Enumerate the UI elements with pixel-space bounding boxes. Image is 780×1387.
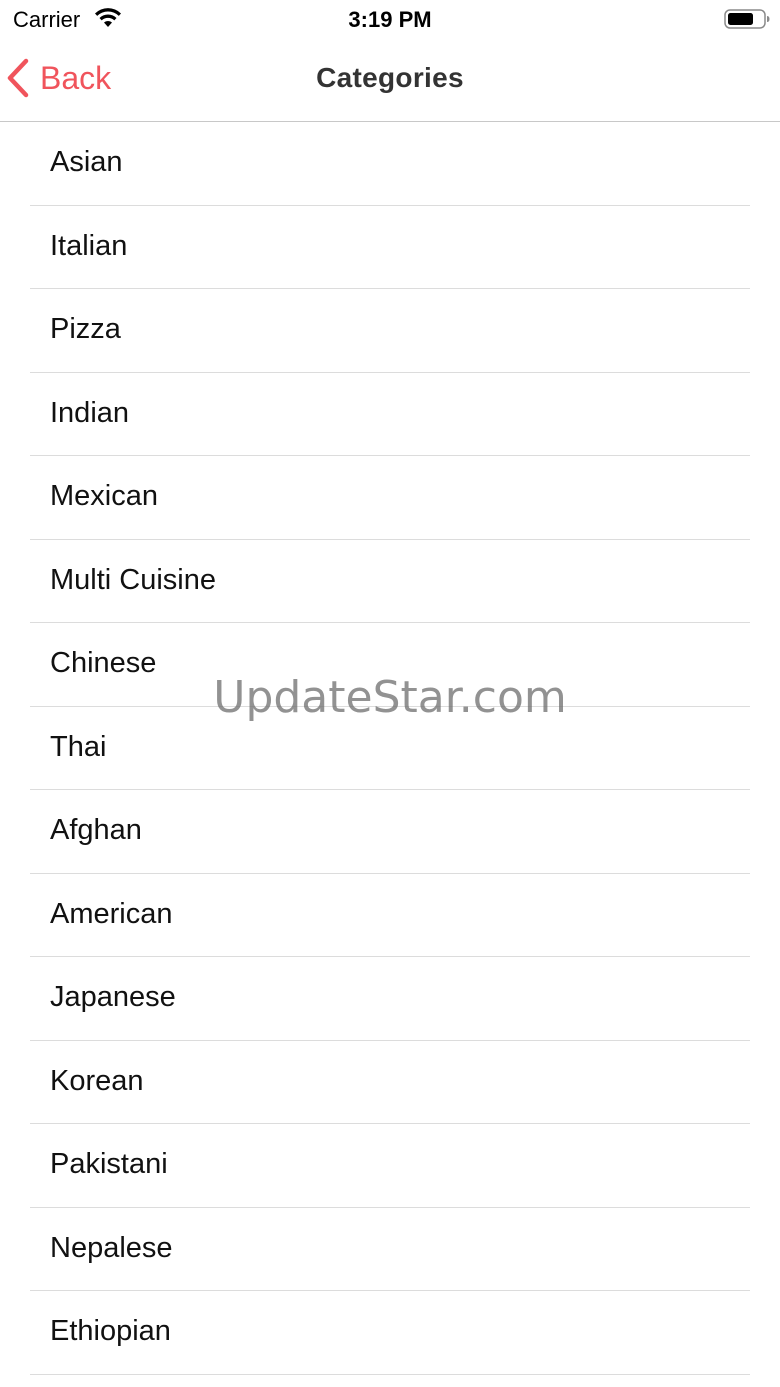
list-item[interactable]: Nepalese <box>0 1208 780 1292</box>
status-bar: Carrier 3:19 PM <box>0 0 780 40</box>
list-item[interactable]: Japanese <box>0 957 780 1041</box>
list-item-label: Multi Cuisine <box>50 563 216 596</box>
list-item-label: Japanese <box>50 981 176 1013</box>
list-item[interactable]: Ethiopian <box>0 1291 780 1375</box>
page-title: Categories <box>316 62 464 93</box>
list-item-label: Afghan <box>50 814 142 846</box>
list-item[interactable]: Asian <box>0 122 780 206</box>
list-item-label: Thai <box>50 730 107 763</box>
list-item-label: Indian <box>50 396 130 429</box>
list-item[interactable]: American <box>0 874 780 958</box>
list-item[interactable]: Indian <box>0 373 780 457</box>
status-time: 3:19 PM <box>348 7 432 32</box>
list-item[interactable]: Afghan <box>0 790 780 874</box>
list-item-label: American <box>50 897 173 930</box>
list-item-label: Chinese <box>50 647 157 679</box>
list-item[interactable]: Chinese <box>0 623 780 707</box>
list-item-label: Pakistani <box>50 1148 168 1180</box>
list-item[interactable]: Multi Cuisine <box>0 540 780 624</box>
list-item-label: Korean <box>50 1064 144 1097</box>
list-item-label: Pizza <box>50 313 121 345</box>
list-item-label: Mexican <box>50 480 158 512</box>
list-item-label: Italian <box>50 229 128 262</box>
list-item[interactable]: Thai <box>0 707 780 791</box>
battery-icon <box>724 9 770 29</box>
list-item-label: Ethiopian <box>50 1315 171 1347</box>
list-item[interactable]: Pakistani <box>0 1124 780 1208</box>
list-item-label: Nepalese <box>50 1231 173 1264</box>
list-item[interactable]: Mexican <box>0 456 780 540</box>
list-item[interactable]: Korean <box>0 1041 780 1125</box>
list-item[interactable]: Pizza <box>0 289 780 373</box>
list-item[interactable]: Italian <box>0 206 780 290</box>
category-list: Asian Italian Pizza Indian Mexican Multi… <box>0 122 780 1375</box>
list-item-label: Asian <box>50 146 123 178</box>
navigation-bar: Back Categories <box>0 40 780 122</box>
